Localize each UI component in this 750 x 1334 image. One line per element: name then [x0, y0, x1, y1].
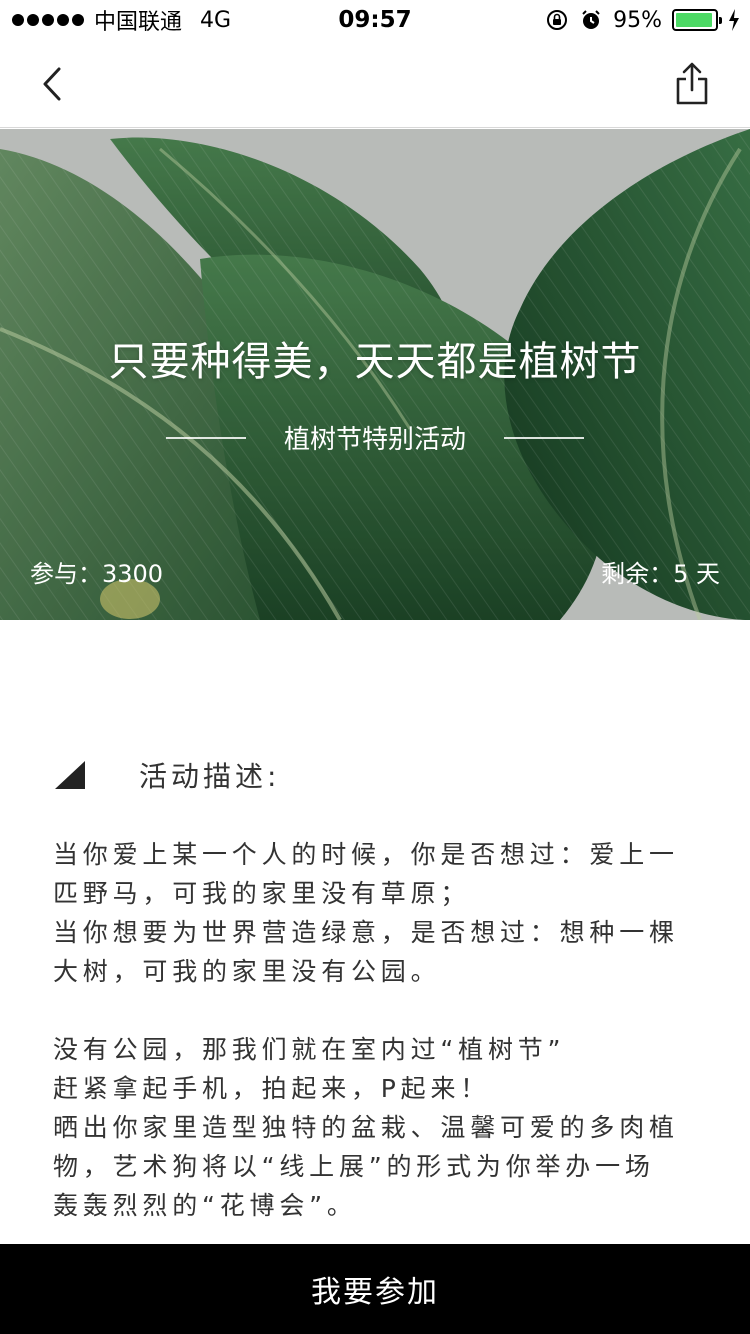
- alarm-clock-icon: [582, 10, 600, 29]
- battery-icon: [672, 9, 722, 31]
- description-line: 晒出你家里造型独特的盆栽、温馨可爱的多肉植: [53, 1113, 679, 1142]
- chevron-left-icon: [43, 67, 61, 101]
- description-line: 赶紧拿起手机，拍起来，P起来！: [53, 1074, 491, 1103]
- description-line: 匹野马，可我的家里没有草原；: [53, 879, 471, 908]
- battery-percent: 95%: [613, 7, 662, 33]
- description-heading-text: 活动描述:: [139, 760, 281, 793]
- status-bar-right: 95%: [545, 0, 740, 40]
- charging-bolt-icon: [729, 9, 739, 31]
- triangle-marker-icon: [55, 761, 85, 789]
- description-paragraph-2: 没有公园，那我们就在室内过“植树节” 赶紧拿起手机，拍起来，P起来！ 晒出你家里…: [53, 1030, 703, 1225]
- divider-line-right: [504, 436, 584, 439]
- participants-count: 参与：3300: [30, 560, 164, 588]
- battery-level: [676, 13, 713, 27]
- back-button[interactable]: [30, 62, 74, 106]
- description-body: 当你爱上某一个人的时候，你是否想过：爱上一 匹野马，可我的家里没有草原； 当你想…: [53, 835, 703, 1225]
- hero-subtitle-row: 植树节特别活动: [0, 419, 750, 456]
- description-heading: 活动描述:: [55, 755, 280, 795]
- description-line: 轰轰烈烈的“花博会”。: [53, 1191, 357, 1220]
- hero-banner: 只要种得美，天天都是植树节 植树节特别活动 参与：3300 剩余：5 天: [0, 129, 750, 620]
- hero-subtitle: 植树节特别活动: [283, 425, 466, 455]
- orientation-lock-icon: [547, 10, 568, 30]
- description-line: 当你想要为世界营造绿意，是否想过：想种一棵: [53, 918, 679, 947]
- description-line: 没有公园，那我们就在室内过“植树节”: [53, 1035, 566, 1064]
- description-line: 当你爱上某一个人的时候，你是否想过：爱上一: [53, 840, 679, 869]
- share-button[interactable]: [670, 60, 714, 108]
- days-remaining: 剩余：5 天: [601, 560, 720, 588]
- navigation-bar: [0, 40, 750, 128]
- join-button[interactable]: 我要参加: [0, 1244, 750, 1334]
- hero-title: 只要种得美，天天都是植树节: [108, 339, 642, 385]
- description-line: 物，艺术狗将以“线上展”的形式为你举办一场: [53, 1152, 655, 1181]
- description-paragraph-1: 当你爱上某一个人的时候，你是否想过：爱上一 匹野马，可我的家里没有草原； 当你想…: [53, 835, 703, 991]
- share-icon: [676, 62, 708, 105]
- divider-line-left: [165, 436, 246, 439]
- status-bar: 中国联通 4G 09:57 95%: [0, 0, 750, 40]
- description-line: 大树，可我的家里没有公园。: [53, 957, 441, 986]
